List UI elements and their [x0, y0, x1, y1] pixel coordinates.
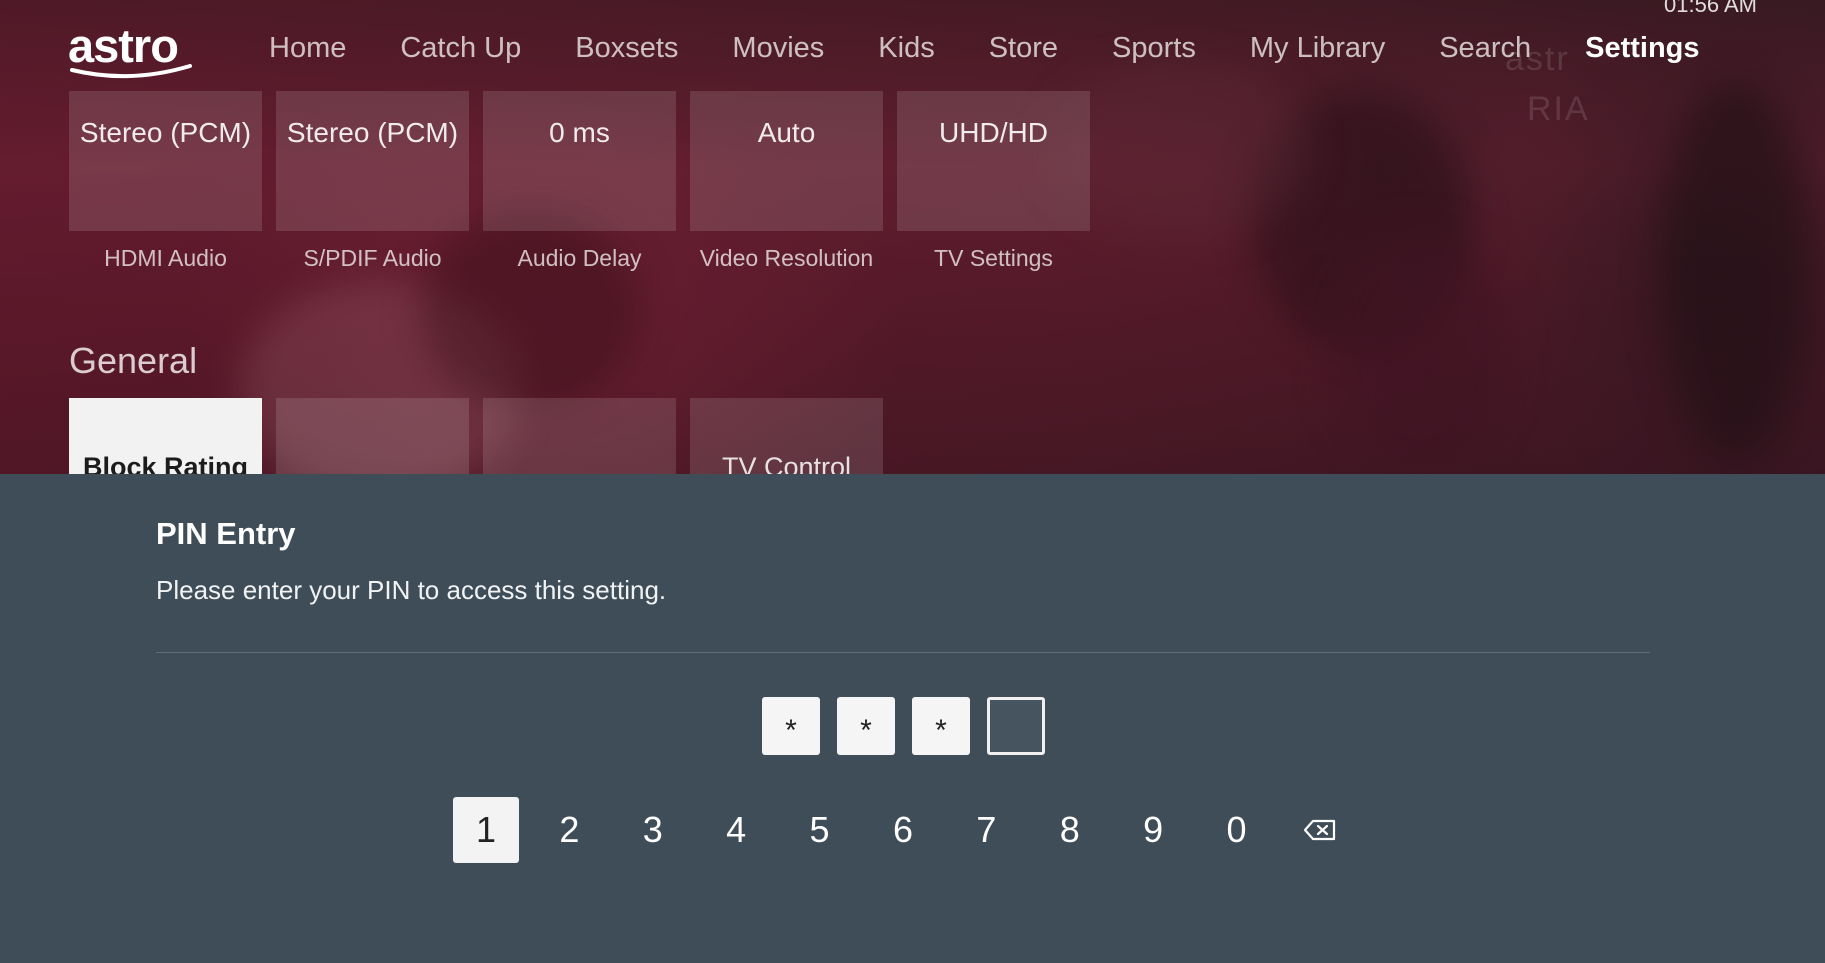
keypad-key-8[interactable]: 8 — [1037, 797, 1103, 863]
keypad-key-4[interactable]: 4 — [703, 797, 769, 863]
nav-item-store[interactable]: Store — [989, 28, 1058, 68]
nav-item-search[interactable]: Search — [1439, 28, 1531, 68]
nav-item-my-library[interactable]: My Library — [1250, 28, 1385, 68]
section-title-general: General — [69, 340, 198, 381]
keypad-key-2[interactable]: 2 — [536, 797, 602, 863]
setting-tile[interactable]: UHD/HD — [897, 91, 1090, 231]
pin-digit-box: * — [912, 697, 970, 755]
settings-screen: astr RIA astro 01:56 AM Home Catch Up Bo… — [0, 0, 1825, 963]
dialog-title: PIN Entry — [156, 516, 296, 551]
pin-digit-box: * — [837, 697, 895, 755]
keypad-key-0[interactable]: 0 — [1204, 797, 1270, 863]
nav-item-home[interactable]: Home — [269, 28, 346, 68]
logo-swoosh-icon — [70, 64, 192, 79]
setting-video-resolution: Auto Video Resolution — [690, 91, 883, 272]
pin-digit-box: * — [762, 697, 820, 755]
nav-item-sports[interactable]: Sports — [1112, 28, 1196, 68]
audio-video-settings-row: Stereo (PCM) HDMI Audio Stereo (PCM) S/P… — [69, 91, 1090, 272]
setting-label: Audio Delay — [517, 245, 642, 271]
background-sign-text: RIA — [1527, 90, 1590, 128]
setting-label: S/PDIF Audio — [303, 245, 442, 271]
keypad-key-3[interactable]: 3 — [620, 797, 686, 863]
top-nav: Home Catch Up Boxsets Movies Kids Store … — [269, 28, 1700, 68]
setting-tile[interactable]: 0 ms — [483, 91, 676, 231]
nav-item-movies[interactable]: Movies — [732, 28, 824, 68]
setting-tv-settings: UHD/HD TV Settings — [897, 91, 1090, 272]
general-settings-row: Block Rating TV Control — [69, 398, 883, 474]
keypad-key-1[interactable]: 1 — [453, 797, 519, 863]
setting-tile[interactable]: Auto — [690, 91, 883, 231]
dialog-message: Please enter your PIN to access this set… — [156, 575, 667, 605]
setting-tile-tv-control[interactable]: TV Control — [690, 398, 883, 474]
pin-keypad: 1 2 3 4 5 6 7 8 9 0 — [453, 797, 1370, 863]
keypad-key-5[interactable]: 5 — [787, 797, 853, 863]
setting-label: Video Resolution — [699, 245, 874, 271]
backspace-icon[interactable] — [1287, 797, 1353, 863]
setting-audio-delay: 0 ms Audio Delay — [483, 91, 676, 272]
setting-label: TV Settings — [934, 245, 1053, 271]
keypad-key-7[interactable]: 7 — [953, 797, 1019, 863]
pin-input: * * * — [762, 697, 1045, 755]
astro-logo: astro — [68, 20, 193, 82]
nav-item-boxsets[interactable]: Boxsets — [575, 28, 678, 68]
clock: 01:56 AM — [1664, 0, 1757, 17]
nav-item-catch-up[interactable]: Catch Up — [400, 28, 521, 68]
divider — [156, 652, 1650, 653]
nav-item-settings[interactable]: Settings — [1585, 28, 1699, 68]
setting-hdmi-audio: Stereo (PCM) HDMI Audio — [69, 91, 262, 272]
pin-entry-dialog: PIN Entry Please enter your PIN to acces… — [0, 474, 1825, 963]
setting-tile[interactable] — [483, 398, 676, 474]
pin-digit-box-active[interactable] — [987, 697, 1045, 755]
setting-tile[interactable] — [276, 398, 469, 474]
setting-tile[interactable]: Stereo (PCM) — [276, 91, 469, 231]
setting-tile[interactable]: Stereo (PCM) — [69, 91, 262, 231]
keypad-key-6[interactable]: 6 — [870, 797, 936, 863]
setting-tile-block-rating[interactable]: Block Rating — [69, 398, 262, 474]
setting-spdif-audio: Stereo (PCM) S/PDIF Audio — [276, 91, 469, 272]
keypad-key-9[interactable]: 9 — [1120, 797, 1186, 863]
nav-item-kids[interactable]: Kids — [878, 28, 934, 68]
setting-label: HDMI Audio — [104, 245, 227, 271]
